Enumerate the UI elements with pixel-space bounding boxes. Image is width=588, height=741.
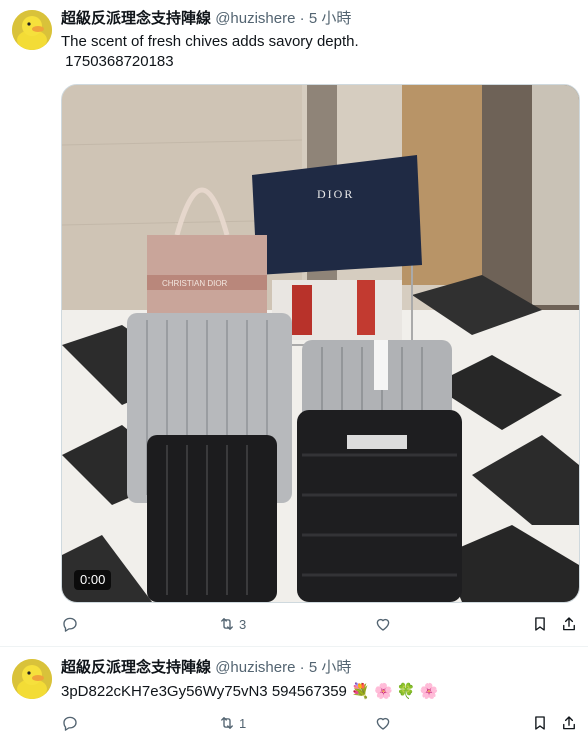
retweet-count: 3 bbox=[239, 616, 247, 632]
display-name[interactable]: 超級反派理念支持陣線 bbox=[61, 10, 211, 27]
tweet-actions: 3 bbox=[61, 612, 581, 636]
user-handle[interactable]: @huzishere bbox=[215, 10, 295, 27]
tweet-text: 3pD822cKH7e3Gy56Wy75vN3 594567359 💐 🌸 🍀 … bbox=[61, 681, 438, 702]
four-leaf-clover-emoji: 🍀 bbox=[396, 682, 416, 700]
separator: · bbox=[299, 10, 305, 27]
tweet-text-body: 3pD822cKH7e3Gy56Wy75vN3 594567359 bbox=[61, 683, 347, 700]
like-button[interactable] bbox=[374, 711, 395, 735]
heart-icon bbox=[376, 618, 390, 631]
retweet-icon bbox=[221, 618, 233, 630]
video-duration-badge: 0:00 bbox=[74, 570, 112, 590]
reply-button[interactable] bbox=[61, 711, 82, 735]
tweet-text-line2: 1750368720183 bbox=[61, 53, 174, 70]
timestamp[interactable]: 5 小時 bbox=[309, 659, 352, 676]
tweet-header: 超級反派理念支持陣線 @huzishere · 5 小時 bbox=[61, 9, 351, 29]
bookmark-button[interactable] bbox=[531, 711, 549, 735]
video-thumbnail: DIOR CHRISTIAN DIOR bbox=[62, 85, 579, 602]
share-icon bbox=[563, 617, 575, 631]
yellow-duck-avatar[interactable] bbox=[12, 10, 52, 50]
dior-bag-text: DIOR bbox=[317, 187, 354, 201]
tweet[interactable]: 超級反派理念支持陣線 @huzishere · 5 小時 3pD822cKH7e… bbox=[0, 647, 588, 741]
like-button[interactable] bbox=[374, 612, 395, 636]
video-player[interactable]: DIOR CHRISTIAN DIOR 0:00 bbox=[61, 84, 580, 603]
bookmark-button[interactable] bbox=[531, 612, 549, 636]
timestamp[interactable]: 5 小時 bbox=[309, 10, 352, 27]
share-button[interactable] bbox=[560, 612, 578, 636]
display-name[interactable]: 超級反派理念支持陣線 bbox=[61, 659, 211, 676]
tweet[interactable]: 超級反派理念支持陣線 @huzishere · 5 小時 The scent o… bbox=[0, 0, 588, 647]
heart-icon bbox=[376, 717, 390, 730]
bookmark-icon bbox=[535, 617, 545, 631]
retweet-icon bbox=[221, 717, 233, 729]
yellow-duck-avatar[interactable] bbox=[12, 659, 52, 699]
separator: · bbox=[299, 659, 305, 676]
cherry-blossom-emoji: 🌸 bbox=[419, 682, 439, 700]
retweet-count: 1 bbox=[239, 715, 247, 731]
retweet-button[interactable]: 1 bbox=[218, 711, 246, 735]
reply-icon bbox=[63, 716, 77, 731]
retweet-button[interactable]: 3 bbox=[218, 612, 246, 636]
bouquet-emoji: 💐 bbox=[351, 682, 370, 700]
tweet-header: 超級反派理念支持陣線 @huzishere · 5 小時 bbox=[61, 658, 351, 678]
reply-button[interactable] bbox=[61, 612, 82, 636]
share-button[interactable] bbox=[560, 711, 578, 735]
tote-text: CHRISTIAN DIOR bbox=[162, 279, 228, 288]
bookmark-icon bbox=[535, 716, 545, 730]
user-handle[interactable]: @huzishere bbox=[215, 659, 295, 676]
share-icon bbox=[563, 716, 575, 730]
tweet-text: The scent of fresh chives adds savory de… bbox=[61, 33, 359, 50]
cherry-blossom-emoji: 🌸 bbox=[373, 682, 393, 700]
reply-icon bbox=[63, 617, 77, 632]
tweet-actions: 1 bbox=[61, 711, 581, 735]
